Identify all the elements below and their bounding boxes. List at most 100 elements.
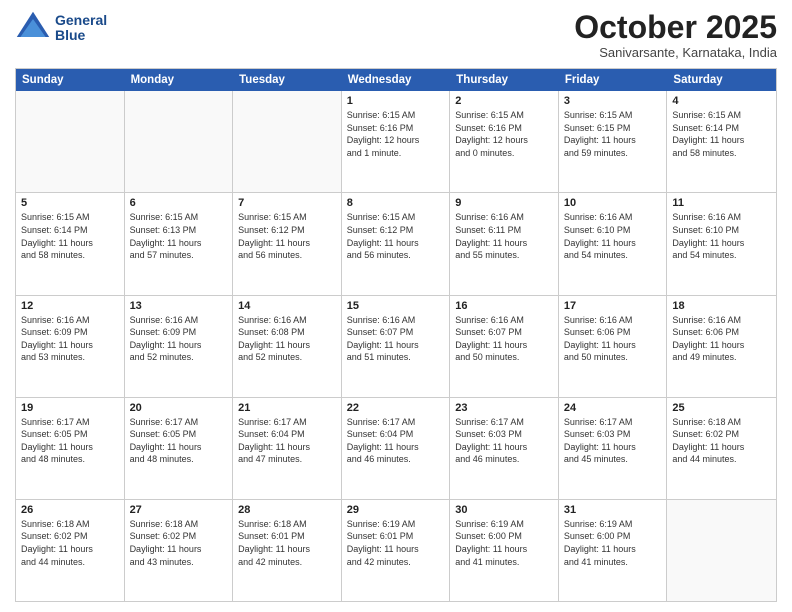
header: General Blue October 2025 Sanivarsante, … [15, 10, 777, 60]
day-cell-2-3: 7 Sunrise: 6:15 AM Sunset: 6:12 PM Daylig… [233, 193, 342, 294]
day-number: 29 [347, 504, 445, 516]
header-friday: Friday [559, 69, 668, 91]
header-monday: Monday [125, 69, 234, 91]
logo-line1: General [55, 13, 107, 28]
day-cell-3-3: 14 Sunrise: 6:16 AM Sunset: 6:08 PM Dayli… [233, 296, 342, 397]
calendar: Sunday Monday Tuesday Wednesday Thursday… [15, 68, 777, 602]
day-info: Sunrise: 6:15 AM Sunset: 6:14 PM Dayligh… [21, 211, 119, 261]
logo: General Blue [15, 10, 107, 46]
day-number: 5 [21, 197, 119, 209]
day-number: 27 [130, 504, 228, 516]
day-info: Sunrise: 6:15 AM Sunset: 6:14 PM Dayligh… [672, 109, 771, 159]
day-cell-5-2: 27 Sunrise: 6:18 AM Sunset: 6:02 PM Dayli… [125, 500, 234, 601]
day-number: 21 [238, 402, 336, 414]
day-info: Sunrise: 6:19 AM Sunset: 6:00 PM Dayligh… [455, 518, 553, 568]
day-info: Sunrise: 6:16 AM Sunset: 6:10 PM Dayligh… [672, 211, 771, 261]
day-cell-3-4: 15 Sunrise: 6:16 AM Sunset: 6:07 PM Dayli… [342, 296, 451, 397]
day-number: 28 [238, 504, 336, 516]
day-cell-1-1 [16, 91, 125, 192]
day-info: Sunrise: 6:15 AM Sunset: 6:12 PM Dayligh… [238, 211, 336, 261]
day-number: 4 [672, 95, 771, 107]
day-number: 9 [455, 197, 553, 209]
header-right: October 2025 Sanivarsante, Karnataka, In… [574, 10, 777, 60]
header-tuesday: Tuesday [233, 69, 342, 91]
day-number: 2 [455, 95, 553, 107]
day-info: Sunrise: 6:16 AM Sunset: 6:10 PM Dayligh… [564, 211, 662, 261]
day-info: Sunrise: 6:17 AM Sunset: 6:05 PM Dayligh… [130, 416, 228, 466]
week-row-1: 1 Sunrise: 6:15 AM Sunset: 6:16 PM Daylig… [16, 91, 776, 193]
day-cell-2-6: 10 Sunrise: 6:16 AM Sunset: 6:10 PM Dayli… [559, 193, 668, 294]
day-cell-3-1: 12 Sunrise: 6:16 AM Sunset: 6:09 PM Dayli… [16, 296, 125, 397]
day-info: Sunrise: 6:17 AM Sunset: 6:05 PM Dayligh… [21, 416, 119, 466]
day-cell-2-4: 8Sunrise: 6:15 AM Sunset: 6:12 PM Daylig… [342, 193, 451, 294]
day-number: 26 [21, 504, 119, 516]
day-info: Sunrise: 6:16 AM Sunset: 6:09 PM Dayligh… [130, 314, 228, 364]
day-info: Sunrise: 6:17 AM Sunset: 6:03 PM Dayligh… [455, 416, 553, 466]
day-info: Sunrise: 6:17 AM Sunset: 6:04 PM Dayligh… [238, 416, 336, 466]
day-info: Sunrise: 6:16 AM Sunset: 6:06 PM Dayligh… [564, 314, 662, 364]
day-number: 14 [238, 300, 336, 312]
day-headers: Sunday Monday Tuesday Wednesday Thursday… [16, 69, 776, 91]
logo-line2: Blue [55, 28, 107, 43]
day-info: Sunrise: 6:18 AM Sunset: 6:02 PM Dayligh… [21, 518, 119, 568]
page: General Blue October 2025 Sanivarsante, … [0, 0, 792, 612]
location: Sanivarsante, Karnataka, India [574, 45, 777, 60]
day-number: 23 [455, 402, 553, 414]
day-info: Sunrise: 6:17 AM Sunset: 6:03 PM Dayligh… [564, 416, 662, 466]
day-cell-4-3: 21 Sunrise: 6:17 AM Sunset: 6:04 PM Dayli… [233, 398, 342, 499]
day-number: 12 [21, 300, 119, 312]
day-number: 19 [21, 402, 119, 414]
day-info: Sunrise: 6:17 AM Sunset: 6:04 PM Dayligh… [347, 416, 445, 466]
day-number: 31 [564, 504, 662, 516]
logo-text: General Blue [55, 13, 107, 44]
day-cell-4-4: 22 Sunrise: 6:17 AM Sunset: 6:04 PM Dayli… [342, 398, 451, 499]
day-cell-2-7: 11Sunrise: 6:16 AM Sunset: 6:10 PM Dayli… [667, 193, 776, 294]
day-cell-5-3: 28 Sunrise: 6:18 AM Sunset: 6:01 PM Dayli… [233, 500, 342, 601]
day-info: Sunrise: 6:15 AM Sunset: 6:15 PM Dayligh… [564, 109, 662, 159]
day-cell-4-5: 23 Sunrise: 6:17 AM Sunset: 6:03 PM Dayli… [450, 398, 559, 499]
day-cell-5-4: 29 Sunrise: 6:19 AM Sunset: 6:01 PM Dayli… [342, 500, 451, 601]
day-info: Sunrise: 6:18 AM Sunset: 6:02 PM Dayligh… [130, 518, 228, 568]
day-number: 10 [564, 197, 662, 209]
day-number: 25 [672, 402, 771, 414]
day-number: 16 [455, 300, 553, 312]
week-row-2: 5 Sunrise: 6:15 AM Sunset: 6:14 PM Daylig… [16, 193, 776, 295]
day-info: Sunrise: 6:18 AM Sunset: 6:02 PM Dayligh… [672, 416, 771, 466]
day-cell-5-7 [667, 500, 776, 601]
day-cell-1-7: 4 Sunrise: 6:15 AM Sunset: 6:14 PM Daylig… [667, 91, 776, 192]
day-cell-1-4: 1 Sunrise: 6:15 AM Sunset: 6:16 PM Daylig… [342, 91, 451, 192]
day-cell-3-7: 18Sunrise: 6:16 AM Sunset: 6:06 PM Dayli… [667, 296, 776, 397]
day-info: Sunrise: 6:16 AM Sunset: 6:09 PM Dayligh… [21, 314, 119, 364]
day-info: Sunrise: 6:19 AM Sunset: 6:00 PM Dayligh… [564, 518, 662, 568]
day-number: 6 [130, 197, 228, 209]
day-cell-5-1: 26 Sunrise: 6:18 AM Sunset: 6:02 PM Dayli… [16, 500, 125, 601]
day-number: 7 [238, 197, 336, 209]
day-info: Sunrise: 6:16 AM Sunset: 6:08 PM Dayligh… [238, 314, 336, 364]
day-info: Sunrise: 6:16 AM Sunset: 6:11 PM Dayligh… [455, 211, 553, 261]
day-number: 30 [455, 504, 553, 516]
day-info: Sunrise: 6:18 AM Sunset: 6:01 PM Dayligh… [238, 518, 336, 568]
day-info: Sunrise: 6:19 AM Sunset: 6:01 PM Dayligh… [347, 518, 445, 568]
month-title: October 2025 [574, 10, 777, 45]
week-row-3: 12 Sunrise: 6:16 AM Sunset: 6:09 PM Dayli… [16, 296, 776, 398]
day-cell-4-6: 24 Sunrise: 6:17 AM Sunset: 6:03 PM Dayli… [559, 398, 668, 499]
day-number: 17 [564, 300, 662, 312]
day-cell-4-2: 20Sunrise: 6:17 AM Sunset: 6:05 PM Dayli… [125, 398, 234, 499]
day-cell-1-5: 2 Sunrise: 6:15 AM Sunset: 6:16 PM Daylig… [450, 91, 559, 192]
day-cell-2-5: 9 Sunrise: 6:16 AM Sunset: 6:11 PM Daylig… [450, 193, 559, 294]
header-saturday: Saturday [667, 69, 776, 91]
day-number: 24 [564, 402, 662, 414]
day-number: 13 [130, 300, 228, 312]
day-cell-5-5: 30 Sunrise: 6:19 AM Sunset: 6:00 PM Dayli… [450, 500, 559, 601]
day-cell-1-3 [233, 91, 342, 192]
day-number: 22 [347, 402, 445, 414]
day-number: 3 [564, 95, 662, 107]
day-number: 1 [347, 95, 445, 107]
day-info: Sunrise: 6:15 AM Sunset: 6:12 PM Dayligh… [347, 211, 445, 261]
header-wednesday: Wednesday [342, 69, 451, 91]
day-info: Sunrise: 6:16 AM Sunset: 6:07 PM Dayligh… [347, 314, 445, 364]
day-info: Sunrise: 6:15 AM Sunset: 6:16 PM Dayligh… [347, 109, 445, 159]
day-cell-3-5: 16Sunrise: 6:16 AM Sunset: 6:07 PM Dayli… [450, 296, 559, 397]
day-number: 15 [347, 300, 445, 312]
day-info: Sunrise: 6:15 AM Sunset: 6:16 PM Dayligh… [455, 109, 553, 159]
